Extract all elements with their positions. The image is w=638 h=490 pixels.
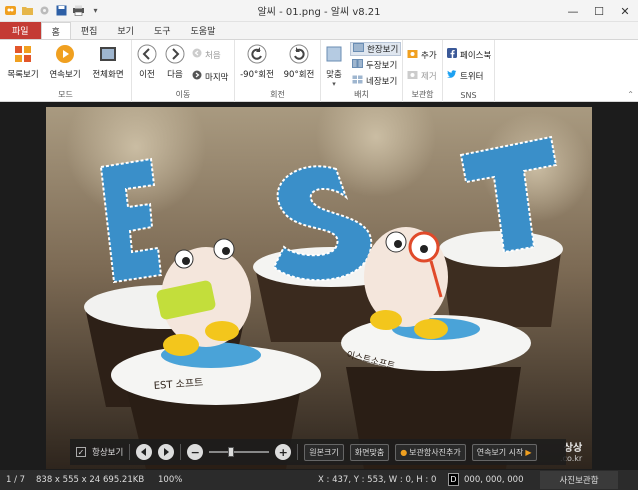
tab-help[interactable]: 도움말 — [181, 22, 226, 39]
tab-file[interactable]: 파일 — [0, 22, 41, 39]
quick-access-toolbar: ▾ — [0, 4, 102, 17]
original-size-button[interactable]: 원본크기 — [304, 443, 344, 461]
zoom-slider[interactable] — [209, 447, 270, 457]
app-logo-icon — [4, 4, 17, 17]
viewer-overlay-toolbar: ✓ 항상보기 − + 원본크기 화면맞춤 ● 보관함사진추가 연속보기 시작 ▶ — [70, 439, 566, 465]
ribbon: 목록보기 연속보기 전체화면 모드 이전 다음 처음 마지막 이동 -90°회전… — [0, 39, 638, 102]
separator — [180, 444, 182, 460]
tab-tools[interactable]: 도구 — [144, 22, 181, 39]
group-sns: 페이스북 트위터 SNS — [443, 40, 495, 102]
last-icon — [192, 70, 202, 83]
ribbon-collapse-icon[interactable]: ⌃ — [627, 90, 634, 99]
zoom-in-button[interactable]: + — [275, 444, 292, 460]
twitter-icon — [447, 69, 457, 82]
status-zoom: 100% — [158, 475, 183, 485]
first-icon — [192, 48, 202, 61]
maximize-button[interactable]: ☐ — [586, 0, 612, 22]
group-label-sns: SNS — [460, 91, 477, 100]
status-filesize: 695.21KB — [103, 475, 145, 485]
rotate-cw-button[interactable]: 90°회전 — [279, 43, 319, 80]
title-bar: ▾ 알씨 - 01.png - 알씨 v8.21 — ☐ ✕ — [0, 0, 638, 22]
facebook-button[interactable]: 페이스북 — [447, 48, 491, 61]
print-icon[interactable] — [72, 4, 85, 17]
twitter-button[interactable]: 트위터 — [447, 69, 483, 82]
group-label-mode: 모드 — [58, 90, 73, 99]
status-bar: 1 / 7 838 x 555 x 24 695.21KB 100% X : 4… — [0, 470, 638, 490]
fit-button[interactable]: 맞춤 ▾ — [319, 43, 349, 88]
zoom-out-button[interactable]: − — [187, 444, 204, 460]
group-label-layout: 배치 — [354, 90, 369, 99]
separator — [297, 444, 299, 460]
group-storage: 추가 제거 보관함 — [403, 40, 443, 102]
storage-add-icon — [407, 48, 418, 62]
group-rotate: -90°회전 90°회전 회전 — [235, 40, 321, 102]
group-label-move: 이동 — [175, 90, 191, 99]
storage-remove-icon — [407, 69, 418, 83]
photo-album-button[interactable]: 사진보관함 — [540, 471, 618, 489]
always-show-label: 항상보기 — [92, 448, 124, 458]
photo: EST 소프트 이스트소프트 — [46, 107, 592, 469]
status-color-value: 000, 000, 000 — [464, 475, 524, 485]
status-index: 1 / 7 — [6, 475, 26, 485]
minimize-button[interactable]: — — [560, 0, 586, 22]
play-icon: ▶ — [525, 447, 532, 457]
tab-edit[interactable]: 편집 — [71, 22, 108, 39]
fullscreen-button[interactable]: 전체화면 — [88, 43, 128, 80]
triangle-left-icon — [141, 448, 147, 456]
grid-icon — [12, 43, 34, 65]
fit-dropdown-icon[interactable]: ▾ — [332, 80, 336, 88]
fullscreen-icon — [97, 43, 119, 65]
rotate-ccw-button[interactable]: -90°회전 — [237, 43, 277, 80]
status-coords: X : 437, Y : 553, W : 0, H : 0 — [318, 475, 437, 485]
single-page-icon — [353, 43, 364, 55]
save-icon[interactable] — [55, 4, 68, 17]
group-move: 이전 다음 처음 마지막 이동 — [132, 40, 235, 102]
zoom-slider-thumb[interactable] — [228, 447, 235, 457]
open-folder-icon[interactable] — [21, 4, 34, 17]
close-button[interactable]: ✕ — [612, 0, 638, 22]
storage-remove-button[interactable]: 제거 — [407, 69, 437, 83]
chevron-left-icon — [136, 43, 158, 65]
double-page-icon — [352, 59, 363, 71]
last-button[interactable]: 마지막 — [192, 70, 228, 83]
group-label-storage: 보관함 — [411, 90, 434, 99]
image-viewer[interactable]: EST 소프트 이스트소프트 상상 .co.kr ✓ 항상보기 − + 원본크기… — [0, 103, 638, 470]
first-button[interactable]: 처음 — [192, 48, 221, 61]
double-view-button[interactable]: 두장보기 — [352, 59, 397, 71]
triangle-right-icon — [164, 448, 170, 456]
chevron-right-icon — [164, 43, 186, 65]
single-view-button[interactable]: 한장보기 — [350, 42, 402, 56]
overlay-next-button[interactable] — [158, 444, 175, 460]
thumbnail-view-button[interactable]: 목록보기 — [3, 43, 43, 80]
storage-add-icon: ● — [400, 447, 408, 457]
add-to-storage-button[interactable]: ● 보관함사진추가 — [395, 443, 466, 461]
group-mode: 목록보기 연속보기 전체화면 모드 — [0, 40, 132, 102]
fit-screen-button[interactable]: 화면맞춤 — [349, 443, 390, 461]
fit-icon — [323, 43, 345, 65]
separator — [129, 444, 131, 460]
play-icon — [54, 43, 76, 65]
storage-add-button[interactable]: 추가 — [407, 48, 437, 62]
window-controls: — ☐ ✕ — [560, 0, 638, 22]
customize-dropdown-icon[interactable]: ▾ — [89, 4, 102, 17]
slideshow-button[interactable]: 연속보기 — [45, 43, 85, 80]
group-layout: 맞춤 ▾ 한장보기 두장보기 네장보기 배치 — [321, 40, 403, 102]
slideshow-start-button[interactable]: 연속보기 시작 ▶ — [471, 443, 537, 461]
tab-home[interactable]: 홈 — [40, 22, 71, 39]
rotate-left-icon — [246, 43, 268, 65]
group-label-rotate: 회전 — [270, 90, 285, 99]
tab-view[interactable]: 보기 — [107, 22, 144, 39]
status-dimensions: 838 x 555 x 24 — [36, 475, 101, 485]
next-button[interactable]: 다음 — [158, 43, 192, 80]
overlay-prev-button[interactable] — [136, 444, 153, 460]
quad-page-icon — [352, 75, 363, 87]
always-show-checkbox[interactable]: ✓ — [76, 447, 86, 457]
quad-view-button[interactable]: 네장보기 — [352, 75, 397, 87]
facebook-icon — [447, 48, 457, 61]
settings-icon[interactable] — [38, 4, 51, 17]
rotate-right-icon — [288, 43, 310, 65]
ribbon-tabs: 파일 홈 편집 보기 도구 도움말 — [0, 22, 638, 39]
status-color-swatch: D — [448, 473, 459, 486]
